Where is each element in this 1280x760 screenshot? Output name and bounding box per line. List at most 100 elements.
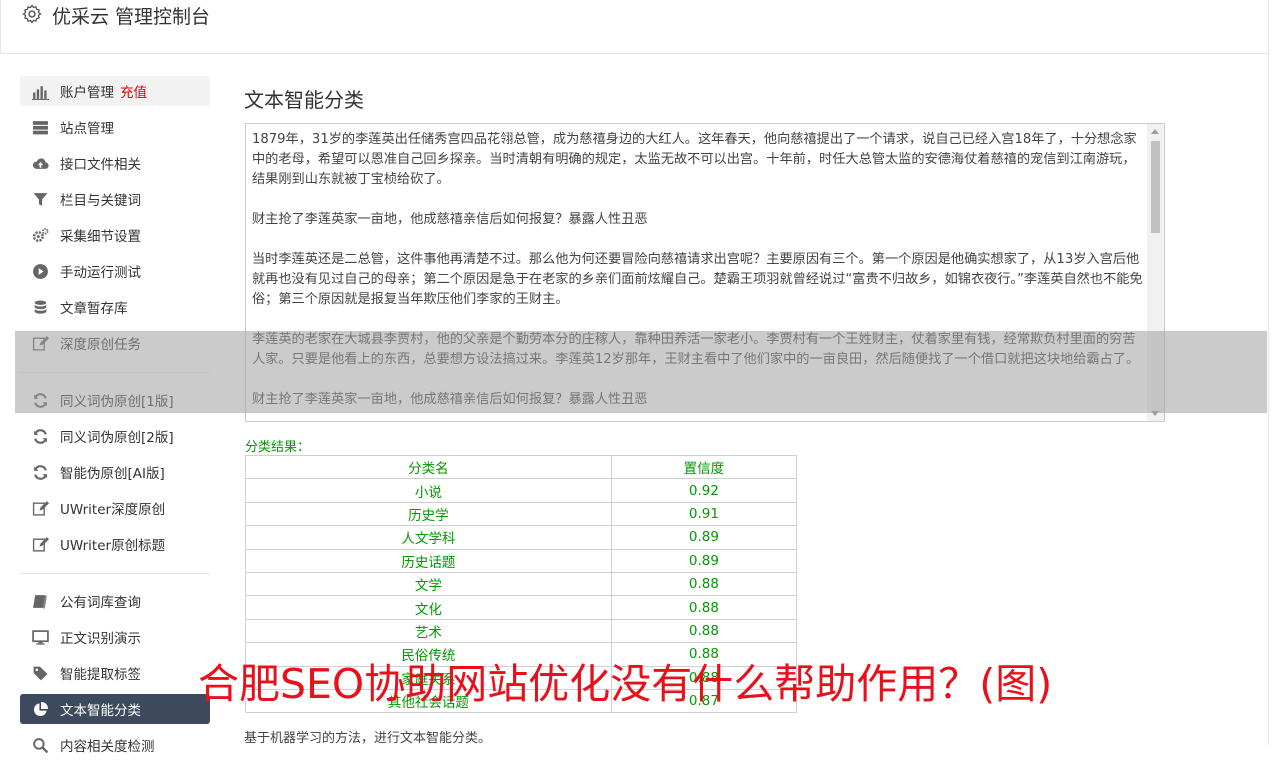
cogs-icon	[32, 227, 49, 242]
sidebar-item-manual-run[interactable]: 手动运行测试	[20, 256, 210, 286]
sidebar-item-label: 同义词伪原创[2版]	[60, 430, 174, 446]
table-row: 文化 0.88	[245, 595, 798, 620]
sidebar-item-uwriter-deep[interactable]: UWriter深度原创	[20, 493, 210, 523]
sidebar-item-body-recognition[interactable]: 正文识别演示	[20, 622, 210, 652]
confidence-cell: 0.89	[610, 548, 798, 573]
search-icon	[33, 737, 49, 753]
sidebar-divider	[20, 372, 210, 373]
sidebar-item-interface-files[interactable]: 接口文件相关	[20, 148, 210, 178]
sidebar-divider	[20, 573, 210, 574]
category-cell: 人文学科	[245, 525, 612, 550]
confidence-cell: 0.91	[610, 501, 798, 527]
sidebar-item-label: 手动运行测试	[60, 265, 141, 281]
gear-icon	[22, 4, 42, 24]
text-input-area[interactable]: 1879年，31岁的李莲英出任储秀宫四品花翎总管，成为慈禧身边的大红人。这年春天…	[245, 123, 1165, 422]
result-label: 分类结果：	[245, 440, 311, 455]
sidebar-item-uwriter-title[interactable]: UWriter原创标题	[20, 529, 210, 559]
sidebar-item-relevance-check[interactable]: 内容相关度检测	[20, 730, 210, 760]
sidebar-item-columns-keywords[interactable]: 栏目与关键词	[20, 184, 210, 214]
input-paragraph: 1879年，31岁的李莲英出任储秀宫四品花翎总管，成为慈禧身边的大红人。这年春天…	[252, 132, 1137, 187]
sidebar-item-synonym-v2[interactable]: 同义词伪原创[2版]	[20, 421, 210, 451]
book-icon	[33, 594, 47, 609]
sidebar-item-collect-settings[interactable]: 采集细节设置	[20, 220, 210, 250]
sidebar-item-label: 同义词伪原创[1版]	[60, 394, 174, 410]
edit-icon	[32, 536, 49, 552]
column-header-category: 分类名	[245, 454, 612, 480]
refresh-icon	[34, 428, 47, 444]
category-cell: 其他社会话题	[245, 688, 612, 714]
scroll-up-arrow-icon[interactable]	[1151, 129, 1159, 134]
category-cell: 民俗传统	[245, 642, 612, 667]
table-row: 其他社会话题 0.87	[245, 688, 798, 714]
sidebar-item-deep-original-task[interactable]: 深度原创任务	[20, 328, 210, 358]
tag-icon	[33, 666, 48, 680]
sidebar-item-public-lexicon[interactable]: 公有词库查询	[20, 586, 210, 616]
database-icon	[34, 300, 47, 314]
table-row: 历史话题 0.89	[245, 548, 798, 573]
input-paragraph: 李莲英的老家在大城县李贾村，他的父亲是个勤劳本分的庄稼人，靠种田养活一家老小。李…	[252, 332, 1140, 367]
page-title: 文本智能分类	[244, 88, 364, 112]
pie-chart-icon	[33, 701, 48, 716]
page-edge	[1268, 0, 1269, 745]
classification-results-table: 分类名 置信度 小说 0.92 历史学 0.91 人文学科 0.89 历史话题 0.89…	[245, 454, 798, 714]
sidebar-item-label: 文本智能分类	[60, 703, 141, 719]
table-row: 家庭关系 0.88	[245, 665, 798, 690]
sidebar-item-sites[interactable]: 站点管理	[20, 112, 210, 142]
category-cell: 历史学	[245, 501, 612, 527]
sidebar-item-label: 接口文件相关	[60, 157, 141, 173]
recharge-link[interactable]: 充值	[120, 81, 147, 101]
table-row: 历史学 0.91	[245, 501, 798, 527]
cloud-upload-icon	[32, 157, 49, 169]
category-cell: 历史话题	[245, 548, 612, 573]
sidebar-item-label: 正文识别演示	[60, 631, 141, 647]
confidence-cell: 0.88	[610, 665, 798, 690]
play-circle-icon	[33, 263, 48, 279]
confidence-cell: 0.88	[610, 571, 798, 597]
text-input-content[interactable]: 1879年，31岁的李莲英出任储秀宫四品花翎总管，成为慈禧身边的大红人。这年春天…	[252, 130, 1144, 421]
sidebar-item-label: 深度原创任务	[60, 337, 141, 353]
sidebar-item-label: UWriter原创标题	[60, 538, 166, 554]
sidebar-item-label: 内容相关度检测	[60, 739, 155, 755]
scroll-down-arrow-icon[interactable]	[1151, 411, 1159, 416]
confidence-cell: 0.88	[610, 595, 798, 620]
column-header-confidence: 置信度	[610, 454, 798, 480]
sidebar-item-article-store[interactable]: 文章暂存库	[20, 292, 210, 322]
sidebar-item-tag-extract[interactable]: 智能提取标签	[20, 658, 210, 688]
scrollbar-thumb[interactable]	[1151, 141, 1160, 233]
confidence-cell: 0.92	[610, 478, 798, 503]
refresh-icon	[34, 464, 47, 480]
sidebar-item-ai-rewrite[interactable]: 智能伪原创[AI版]	[20, 457, 210, 487]
bar-chart-icon	[32, 85, 49, 100]
top-bar: 优采云 管理控制台	[0, 0, 1268, 54]
category-cell: 文学	[245, 571, 612, 597]
edit-icon	[32, 500, 49, 516]
category-cell: 文化	[245, 595, 612, 620]
monitor-icon	[32, 629, 49, 645]
sidebar-item-label: 文章暂存库	[60, 301, 128, 317]
refresh-icon	[34, 392, 47, 408]
table-row: 民俗传统 0.88	[245, 642, 798, 667]
confidence-cell: 0.89	[610, 525, 798, 550]
table-row: 文学 0.88	[245, 571, 798, 597]
sidebar-item-synonym-v1[interactable]: 同义词伪原创[1版]	[20, 385, 210, 415]
category-cell: 家庭关系	[245, 665, 612, 690]
server-icon	[33, 120, 48, 134]
sidebar-item-text-classify[interactable]: 文本智能分类	[20, 694, 210, 724]
console-title: 优采云 管理控制台	[52, 6, 211, 28]
category-cell: 小说	[245, 478, 612, 503]
sidebar-item-label: 账户管理	[60, 85, 114, 101]
method-footnote: 基于机器学习的方法，进行文本智能分类。	[244, 731, 492, 746]
sidebar-item-label: 公有词库查询	[60, 595, 141, 611]
confidence-cell: 0.88	[610, 618, 798, 644]
sidebar-item-label: 智能提取标签	[60, 667, 141, 683]
sidebar-item-account[interactable]: 账户管理 充值	[20, 76, 210, 106]
table-row: 人文学科 0.89	[245, 525, 798, 550]
sidebar-item-label: 站点管理	[60, 121, 114, 137]
edit-icon	[32, 335, 49, 351]
textarea-scrollbar[interactable]	[1147, 124, 1164, 421]
confidence-cell: 0.88	[610, 642, 798, 667]
table-row: 小说 0.92	[245, 478, 798, 503]
category-cell: 艺术	[245, 618, 612, 644]
sidebar-item-label: 智能伪原创[AI版]	[60, 466, 165, 482]
table-row: 艺术 0.88	[245, 618, 798, 644]
